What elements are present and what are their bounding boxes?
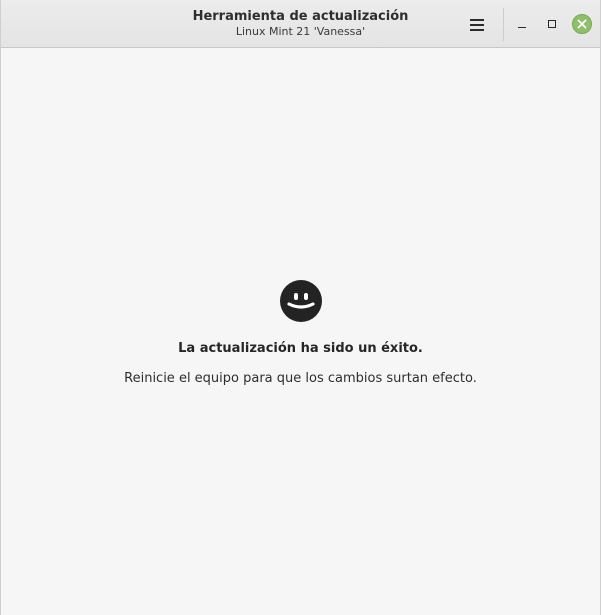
titlebar-separator — [503, 8, 504, 41]
minimize-button[interactable] — [512, 14, 532, 34]
close-button[interactable] — [572, 14, 592, 34]
status-message: Reinicie el equipo para que los cambios … — [124, 371, 477, 386]
maximize-button[interactable] — [542, 14, 562, 34]
minimize-icon — [518, 26, 526, 28]
status-panel: La actualización ha sido un éxito. Reini… — [1, 280, 600, 387]
maximize-icon — [548, 20, 556, 28]
window-subtitle: Linux Mint 21 'Vanessa' — [235, 25, 366, 38]
window-title: Herramienta de actualización — [192, 9, 409, 24]
status-title: La actualización ha sido un éxito. — [178, 341, 423, 356]
title-bar[interactable]: Herramienta de actualización Linux Mint … — [1, 0, 600, 48]
update-manager-window: Herramienta de actualización Linux Mint … — [0, 0, 601, 615]
close-icon — [577, 19, 587, 29]
smiley-face-icon — [279, 280, 322, 322]
title-block: Herramienta de actualización Linux Mint … — [1, 9, 600, 39]
hamburger-menu-icon[interactable] — [463, 12, 491, 38]
